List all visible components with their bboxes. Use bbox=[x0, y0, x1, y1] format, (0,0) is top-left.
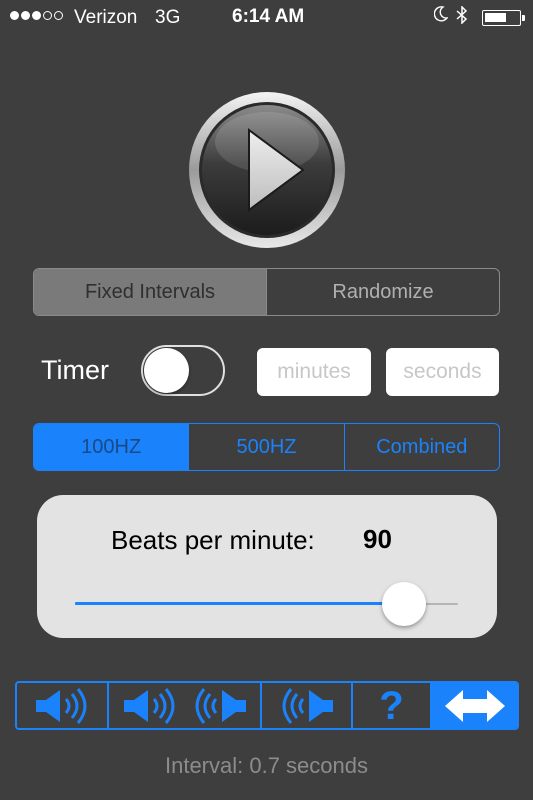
frequency-option-100hz[interactable]: 100HZ bbox=[34, 424, 189, 470]
play-icon bbox=[189, 92, 345, 248]
swap-button[interactable] bbox=[430, 683, 517, 728]
speaker-right-icon bbox=[36, 687, 87, 724]
moon-icon bbox=[433, 6, 449, 27]
timer-toggle[interactable] bbox=[141, 345, 225, 396]
bpm-slider[interactable] bbox=[75, 582, 458, 626]
status-time: 6:14 AM bbox=[232, 6, 305, 27]
slider-thumb[interactable] bbox=[382, 582, 427, 626]
frequency-selector: 100HZ 500HZ Combined bbox=[33, 423, 500, 471]
mode-option-randomize[interactable]: Randomize bbox=[266, 269, 499, 315]
network-type: 3G bbox=[155, 7, 181, 28]
bluetooth-icon bbox=[456, 5, 468, 29]
frequency-option-combined[interactable]: Combined bbox=[343, 424, 499, 470]
swap-arrows-icon bbox=[444, 689, 505, 722]
speaker-both-button[interactable] bbox=[107, 683, 260, 728]
play-button[interactable] bbox=[187, 90, 347, 250]
help-icon: ? bbox=[379, 683, 404, 728]
mode-option-fixed-intervals[interactable]: Fixed Intervals bbox=[34, 269, 266, 315]
signal-strength-icon bbox=[10, 11, 63, 20]
status-bar: Verizon 3G 6:14 AM bbox=[0, 0, 533, 36]
speaker-both-icon bbox=[123, 687, 246, 724]
slider-fill bbox=[75, 602, 405, 605]
seconds-field[interactable] bbox=[386, 348, 499, 396]
bpm-label: Beats per minute: bbox=[111, 525, 315, 555]
sound-toolbar: ? bbox=[15, 681, 519, 730]
help-button[interactable]: ? bbox=[351, 683, 430, 728]
carrier-name: Verizon bbox=[74, 7, 138, 28]
frequency-option-500hz[interactable]: 500HZ bbox=[188, 424, 343, 470]
interval-text: Interval: 0.7 seconds bbox=[164, 753, 368, 778]
mode-selector: Fixed Intervals Randomize bbox=[33, 268, 500, 316]
speaker-right-button[interactable] bbox=[17, 683, 107, 728]
timer-label: Timer bbox=[41, 355, 109, 385]
bpm-value: 90 bbox=[363, 524, 392, 554]
minutes-field[interactable] bbox=[257, 348, 371, 396]
speaker-left-button[interactable] bbox=[260, 683, 351, 728]
toggle-knob bbox=[144, 348, 189, 393]
battery-icon bbox=[482, 10, 525, 26]
bpm-panel: Beats per minute: 90 bbox=[37, 495, 497, 638]
speaker-left-icon bbox=[282, 687, 333, 724]
